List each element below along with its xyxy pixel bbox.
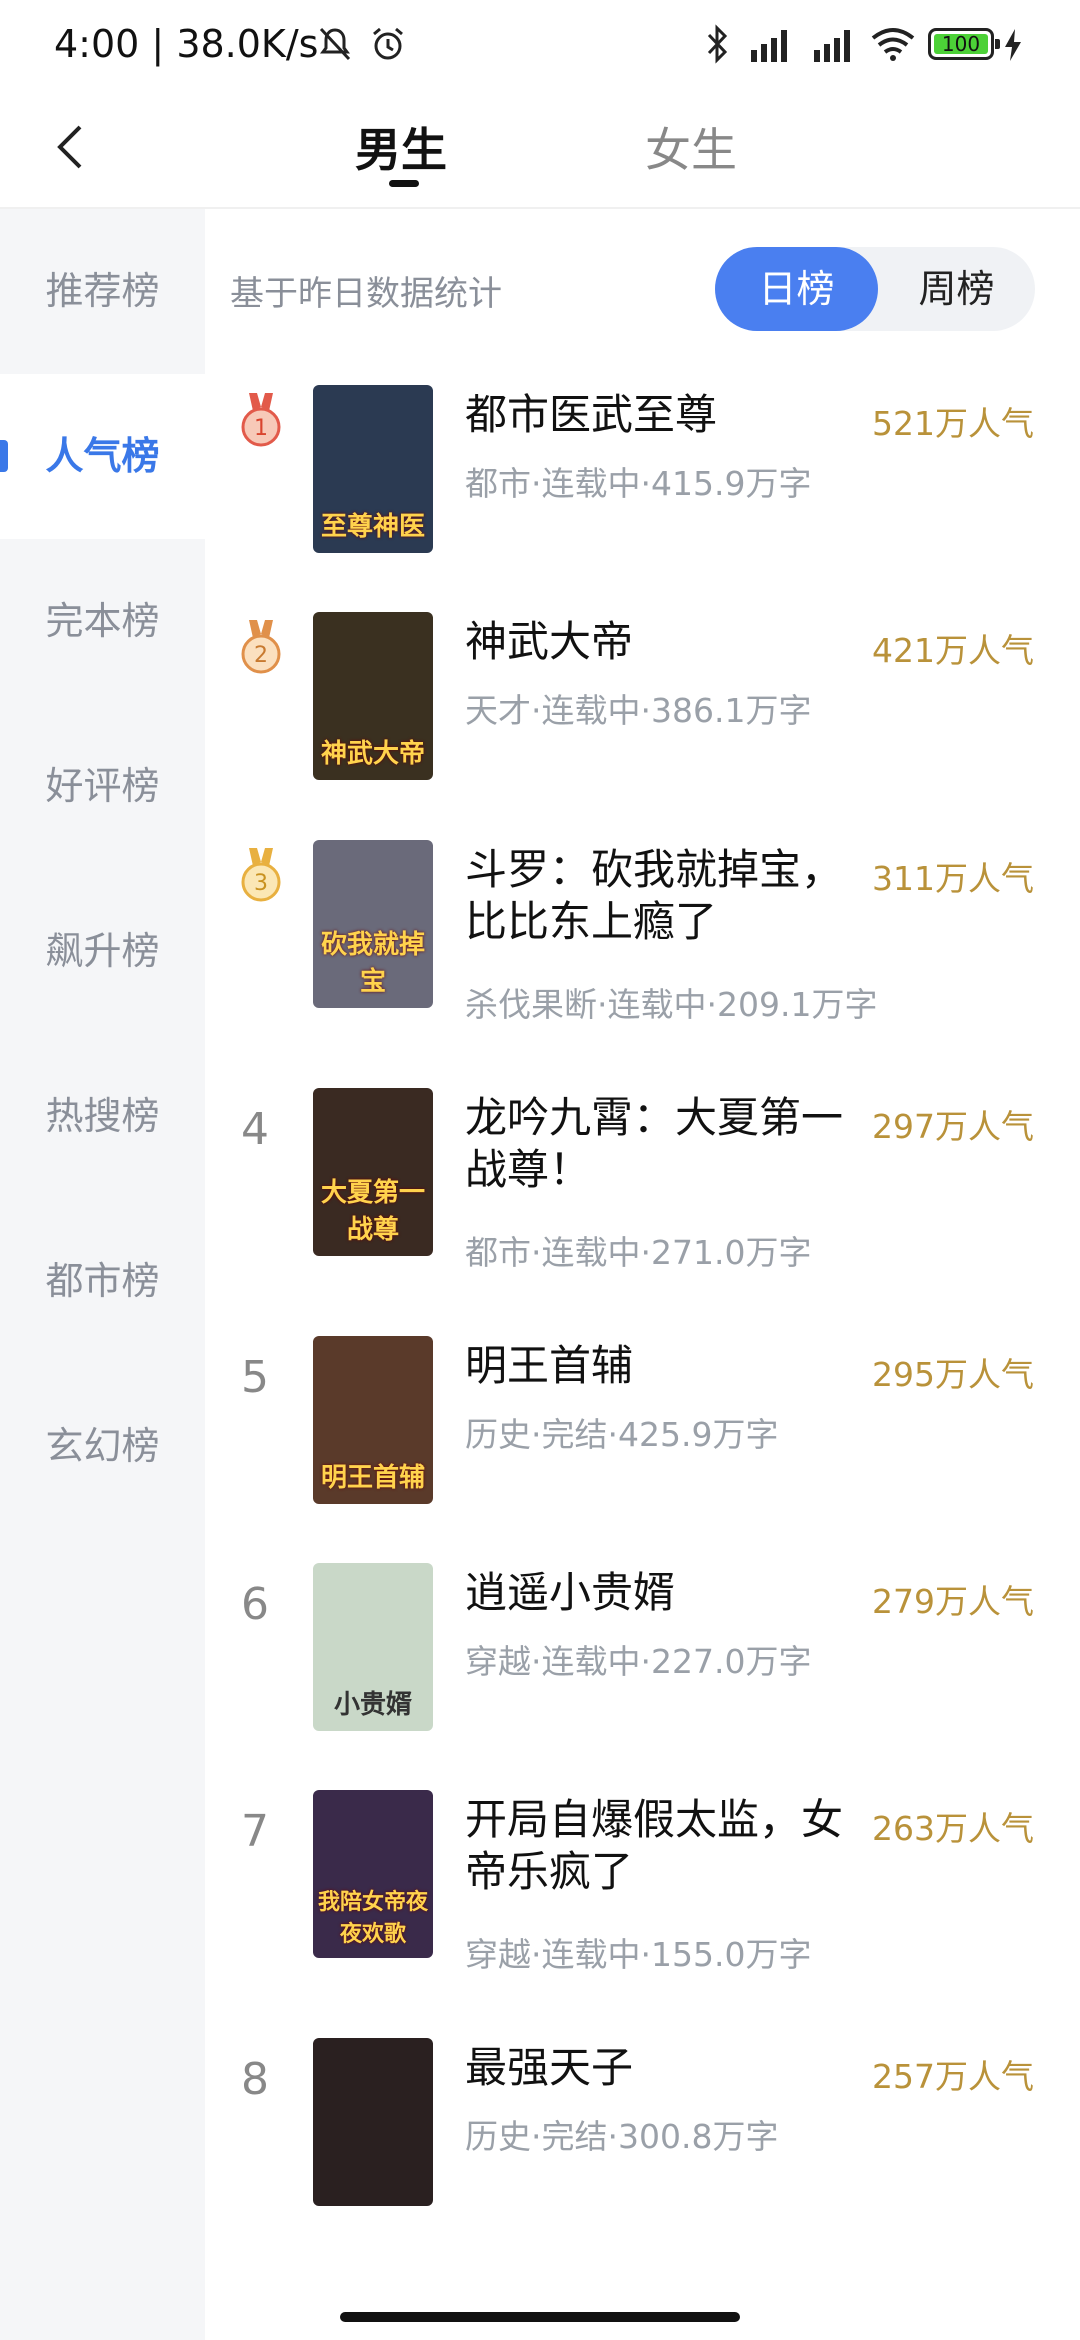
book-meta: 都市·连载中·271.0万字: [465, 1233, 812, 1272]
book-cover: 大夏第一战尊: [313, 1088, 433, 1256]
home-indicator[interactable]: [340, 2312, 740, 2322]
rank-number: 7: [241, 1806, 269, 1857]
mute-bell-icon: [319, 27, 351, 61]
list-item[interactable]: 1 至尊神医 都市医武至尊 都市·连载中·415.9万字 521万人气: [205, 385, 1080, 553]
sidebar-item-popularity[interactable]: 人气榜: [0, 374, 205, 539]
list-item[interactable]: 6 小贵婿 逍遥小贵婿 穿越·连载中·227.0万字 279万人气: [205, 1563, 1080, 1731]
sidebar-item-urban[interactable]: 都市榜: [0, 1199, 205, 1364]
book-cover: 砍我就掉宝: [313, 840, 433, 1008]
rank-number: 6: [241, 1579, 269, 1630]
top-header: 男生 女生: [0, 92, 1080, 209]
rank-number: 4: [241, 1104, 269, 1155]
sidebar-item-hot-search[interactable]: 热搜榜: [0, 1034, 205, 1199]
active-marker: [0, 440, 8, 472]
book-meta: 历史·完结·425.9万字: [465, 1415, 779, 1454]
popularity-count: 311万人气: [872, 859, 1034, 898]
list-item[interactable]: 8 最强天子 历史·完结·300.8万字 257万人气: [205, 2038, 1080, 2206]
book-cover: 至尊神医: [313, 385, 433, 553]
alarm-icon: [373, 27, 403, 60]
popularity-count: 297万人气: [872, 1107, 1034, 1146]
wifi-icon: [871, 28, 915, 61]
popularity-count: 421万人气: [872, 631, 1034, 670]
popularity-count: 257万人气: [872, 2057, 1034, 2096]
book-title: 逍遥小贵婿: [465, 1568, 676, 1617]
svg-text:1: 1: [254, 416, 268, 441]
charging-icon: [1005, 29, 1021, 61]
popularity-count: 521万人气: [872, 404, 1034, 443]
tab-indicator: [389, 180, 419, 187]
weekly-rank-button[interactable]: 周榜: [878, 247, 1035, 331]
list-item[interactable]: 3 砍我就掉宝 斗罗：砍我就掉宝，比比东上瘾了 杀伐果断·连载中·209.1万字…: [205, 840, 1080, 1024]
book-cover: 小贵婿: [313, 1563, 433, 1731]
svg-text:3: 3: [254, 871, 268, 896]
book-title: 龙吟九霄：大夏第一战尊！: [465, 1093, 844, 1194]
book-cover: 明王首辅: [313, 1336, 433, 1504]
period-toggle: 日榜 周榜: [715, 247, 1035, 331]
book-title: 开局自爆假太监，女帝乐疯了: [465, 1795, 844, 1896]
book-title: 最强天子: [465, 2043, 634, 2092]
silver-medal-icon: 2: [241, 620, 281, 674]
signal-icon: [814, 30, 850, 62]
signal-hd-icon: [751, 30, 787, 62]
status-bar: 4:00 | 38.0K/s 100: [0, 0, 1080, 92]
bronze-medal-icon: 3: [241, 848, 281, 902]
book-meta: 天才·连载中·386.1万字: [465, 691, 812, 730]
book-cover: [313, 2038, 433, 2206]
sidebar-item-rising[interactable]: 飙升榜: [0, 869, 205, 1034]
rank-number: 5: [241, 1352, 269, 1403]
book-cover: 我陪女帝夜夜欢歌: [313, 1790, 433, 1958]
book-title: 明王首辅: [465, 1341, 634, 1390]
book-title: 神武大帝: [465, 617, 634, 666]
sidebar-item-completed[interactable]: 完本榜: [0, 539, 205, 704]
popularity-count: 279万人气: [872, 1582, 1034, 1621]
rank-number: 8: [241, 2054, 269, 2105]
battery-icon: 100: [928, 28, 1000, 60]
data-source-note: 基于昨日数据统计: [230, 274, 502, 314]
book-meta: 杀伐果断·连载中·209.1万字: [465, 985, 878, 1024]
back-arrow-icon[interactable]: [52, 122, 92, 172]
book-meta: 都市·连载中·415.9万字: [465, 464, 812, 503]
status-time: 4:00 | 38.0K/s: [54, 22, 319, 66]
svg-text:2: 2: [254, 643, 268, 668]
gold-medal-icon: 1: [241, 393, 281, 447]
ranking-sidebar: 推荐榜 人气榜 完本榜 好评榜 飙升榜 热搜榜 都市榜 玄幻榜: [0, 209, 205, 2340]
tab-female[interactable]: 女生: [645, 114, 737, 180]
book-cover: 神武大帝: [313, 612, 433, 780]
bluetooth-icon: [707, 24, 728, 64]
list-item[interactable]: 2 神武大帝 神武大帝 天才·连载中·386.1万字 421万人气: [205, 612, 1080, 780]
list-item[interactable]: 4 大夏第一战尊 龙吟九霄：大夏第一战尊！ 都市·连载中·271.0万字 297…: [205, 1088, 1080, 1272]
book-meta: 穿越·连载中·155.0万字: [465, 1935, 812, 1974]
list-item[interactable]: 7 我陪女帝夜夜欢歌 开局自爆假太监，女帝乐疯了 穿越·连载中·155.0万字 …: [205, 1790, 1080, 1974]
tab-male[interactable]: 男生: [355, 114, 447, 180]
book-meta: 穿越·连载中·227.0万字: [465, 1642, 812, 1681]
book-title: 都市医武至尊: [465, 390, 718, 439]
sidebar-item-rating[interactable]: 好评榜: [0, 704, 205, 869]
sidebar-item-recommend[interactable]: 推荐榜: [0, 209, 205, 374]
sidebar-item-fantasy[interactable]: 玄幻榜: [0, 1364, 205, 1529]
popularity-count: 295万人气: [872, 1355, 1034, 1394]
book-meta: 历史·完结·300.8万字: [465, 2117, 779, 2156]
book-title: 斗罗：砍我就掉宝，比比东上瘾了: [465, 845, 844, 946]
daily-rank-button[interactable]: 日榜: [715, 247, 878, 331]
popularity-count: 263万人气: [872, 1809, 1034, 1848]
list-item[interactable]: 5 明王首辅 明王首辅 历史·完结·425.9万字 295万人气: [205, 1336, 1080, 1504]
